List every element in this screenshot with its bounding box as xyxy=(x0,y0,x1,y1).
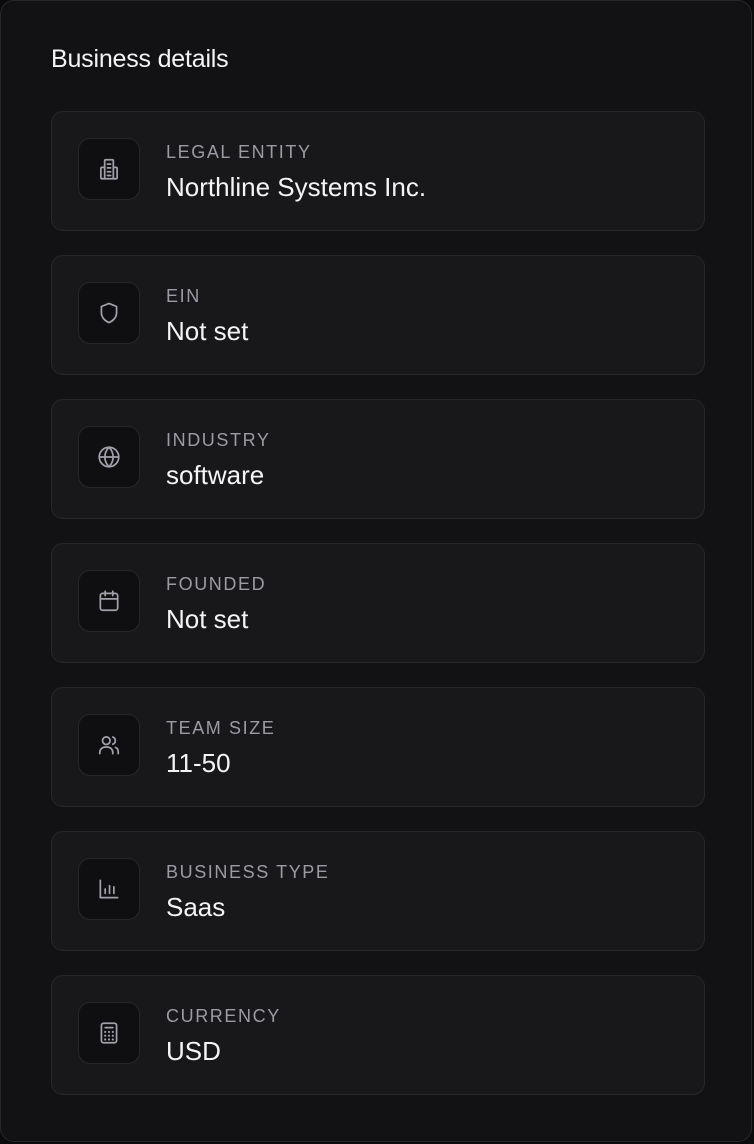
bar-chart-icon xyxy=(78,858,140,920)
detail-label: LEGAL ENTITY xyxy=(166,142,312,162)
detail-row-industry: INDUSTRY software xyxy=(51,399,705,519)
calendar-icon xyxy=(78,570,140,632)
detail-label: INDUSTRY xyxy=(166,430,271,450)
details-list: LEGAL ENTITY Northline Systems Inc. EIN … xyxy=(51,111,705,1119)
detail-label: TEAM SIZE xyxy=(166,718,276,738)
users-icon xyxy=(78,714,140,776)
detail-row-team-size: TEAM SIZE 11-50 xyxy=(51,687,705,807)
detail-value: Not set xyxy=(166,316,249,346)
detail-label: EIN xyxy=(166,286,201,306)
detail-value: USD xyxy=(166,1036,221,1066)
detail-row-legal-entity: LEGAL ENTITY Northline Systems Inc. xyxy=(51,111,705,231)
detail-row-currency: CURRENCY USD xyxy=(51,975,705,1095)
detail-label: CURRENCY xyxy=(166,1006,281,1026)
detail-value: Not set xyxy=(166,604,249,634)
calculator-icon xyxy=(78,1002,140,1064)
detail-value: Saas xyxy=(166,892,226,922)
business-details-card: Business details LEGAL ENTITY Northline … xyxy=(0,0,752,1142)
building-icon xyxy=(78,138,140,200)
detail-value: 11-50 xyxy=(166,748,231,778)
detail-row-ein: EIN Not set xyxy=(51,255,705,375)
detail-value: software xyxy=(166,460,265,490)
globe-icon xyxy=(78,426,140,488)
detail-row-business-type: BUSINESS TYPE Saas xyxy=(51,831,705,951)
card-title: Business details xyxy=(51,45,229,73)
detail-label: BUSINESS TYPE xyxy=(166,862,330,882)
shield-icon xyxy=(78,282,140,344)
detail-value: Northline Systems Inc. xyxy=(166,172,427,202)
detail-label: FOUNDED xyxy=(166,574,267,594)
detail-row-founded: FOUNDED Not set xyxy=(51,543,705,663)
